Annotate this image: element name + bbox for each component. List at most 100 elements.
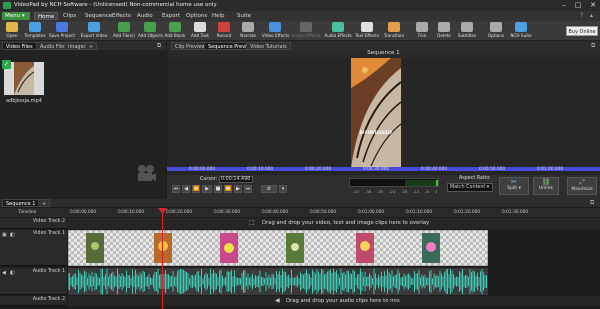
- trim-button[interactable]: Trim: [412, 22, 432, 40]
- play-button[interactable]: ▶: [202, 185, 212, 193]
- sequence-tabs: Sequence 1 + ⧉: [0, 199, 600, 207]
- add-file-s-icon: [118, 22, 130, 32]
- menu-suite[interactable]: Suite: [234, 12, 254, 20]
- video-track-2-header[interactable]: Video Track 2: [0, 218, 67, 229]
- clip-filename: adbjsssja.mp4: [6, 98, 42, 104]
- playback-controls: Cursor: 0:00:14.498 ⏮ ◀ ⏪ ▶ ■ ⏩ ▶ ⏭ ⚙ ▾ …: [167, 175, 600, 199]
- templates-button[interactable]: Templates: [24, 22, 46, 40]
- window-title: VideoPad by NCH Software - (Unlicensed) …: [14, 2, 217, 8]
- snapshot-icon[interactable]: ⚙: [261, 185, 277, 193]
- menu-clips[interactable]: Clips: [60, 12, 79, 20]
- export-video-button[interactable]: Export Video: [78, 22, 110, 40]
- playhead[interactable]: [162, 208, 163, 309]
- sequence-title: Sequence 1: [167, 50, 600, 58]
- previous-frame-icon[interactable]: ◀: [182, 185, 190, 193]
- maximize-icon: ⤢: [579, 178, 585, 186]
- audio-effects-button[interactable]: Audio Effects: [324, 22, 352, 40]
- unlink-label: Unlink: [538, 186, 554, 191]
- pin-panel-icon[interactable]: ⧉: [157, 42, 161, 50]
- menu-options[interactable]: Options: [183, 12, 210, 20]
- go-to-end-icon[interactable]: ⏭: [244, 185, 252, 193]
- track-lock-icon[interactable]: ◧: [10, 232, 15, 238]
- delete-button[interactable]: Delete: [434, 22, 454, 40]
- audio-clip[interactable]: [67, 268, 488, 295]
- menu-help[interactable]: Help: [209, 12, 228, 20]
- record-button[interactable]: Record: [214, 22, 234, 40]
- video-effects-icon: [269, 22, 281, 32]
- pin-timeline-icon[interactable]: ⧉: [590, 199, 594, 207]
- tab-video-files[interactable]: Video Files: [2, 42, 37, 50]
- subtitles-button[interactable]: Subtitles: [456, 22, 478, 40]
- menu-bar: Menu ▾ Home Clips Sequence Effects Audio…: [0, 11, 600, 21]
- preview-ruler-tick: 0:00:10.000: [247, 167, 274, 172]
- tab-add-sequence[interactable]: +: [38, 199, 51, 207]
- pin-preview-icon[interactable]: ⧉: [591, 42, 595, 50]
- unlink-button[interactable]: ⛓ Unlink: [533, 177, 559, 195]
- video-preview[interactable]: EFFORTLESSLY: [351, 58, 401, 168]
- add-objects-label: Add Objects: [138, 33, 164, 38]
- go-to-start-icon[interactable]: ⏮: [172, 185, 180, 193]
- menu-button[interactable]: Menu ▾: [2, 12, 30, 20]
- transition-button[interactable]: Transition: [382, 22, 406, 40]
- delete-label: Delete: [437, 33, 451, 38]
- timeline-ruler-label: Timeline: [18, 210, 37, 215]
- menu-audio[interactable]: Audio: [134, 12, 156, 20]
- ribbon-toggle-icon[interactable]: ▴: [590, 12, 593, 19]
- track-solo-icon[interactable]: ◧: [10, 270, 15, 276]
- add-text-button[interactable]: Add Text: [188, 22, 212, 40]
- track-visibility-icon[interactable]: ▣: [2, 232, 7, 238]
- buy-online-button[interactable]: Buy Online: [566, 26, 598, 36]
- maximize-window-button[interactable]: □: [571, 0, 585, 11]
- options-button[interactable]: Options: [486, 22, 506, 40]
- nch-suite-button[interactable]: NCH Suite: [508, 22, 534, 40]
- stop-icon[interactable]: ■: [214, 185, 222, 193]
- timeline-tick: 0:00:20.000: [166, 210, 193, 215]
- split-button[interactable]: ✂ Split ▾: [499, 177, 529, 195]
- aspect-ratio-select[interactable]: Match Content ▾: [447, 183, 493, 192]
- save-project-button[interactable]: Save Project: [48, 22, 76, 40]
- add-text-label: Add Text: [191, 33, 209, 38]
- video-overlay-text: EFFORTLESSLY: [359, 130, 393, 135]
- menu-home[interactable]: Home: [34, 12, 59, 20]
- help-icon[interactable]: ?: [580, 12, 583, 19]
- audio-track-1-header[interactable]: ◀ ◧ Audio Track 1: [0, 268, 67, 295]
- video-effects-button[interactable]: Video Effects: [262, 22, 290, 40]
- cursor-label: Cursor:: [200, 177, 218, 182]
- tab-add-bin[interactable]: +: [85, 42, 98, 50]
- menu-export[interactable]: Export: [159, 12, 183, 20]
- audio-track-2-name: Audio Track 2: [32, 297, 65, 302]
- open-button[interactable]: Open: [2, 22, 22, 40]
- transition-label: Transition: [383, 33, 405, 38]
- rewind-icon[interactable]: ⏪: [192, 185, 200, 193]
- add-blank-button[interactable]: Add Blank: [164, 22, 186, 40]
- video-track-1-header[interactable]: ▣ ◧ Video Track 1: [0, 230, 67, 266]
- text-effects-button[interactable]: Text Effects: [354, 22, 380, 40]
- export-video-icon: [88, 22, 100, 32]
- add-file-s-button[interactable]: Add File(s): [112, 22, 136, 40]
- narrate-button[interactable]: Narrate: [236, 22, 260, 40]
- audio-track-2-header[interactable]: Audio Track 2: [0, 296, 67, 306]
- tab-video-tutorials[interactable]: Video Tutorials: [246, 42, 291, 50]
- audio-effects-label: Audio Effects: [324, 33, 352, 38]
- image-effects-button[interactable]: Image Effects: [290, 22, 322, 40]
- videopad-window: VideoPad by NCH Software - (Unlicensed) …: [0, 0, 600, 309]
- add-file-s-label: Add File(s): [113, 33, 135, 38]
- subtitles-icon: [461, 22, 473, 32]
- fast-forward-icon[interactable]: ⏩: [224, 185, 232, 193]
- video-effects-label: Video Effects: [262, 33, 290, 38]
- minimize-button[interactable]: –: [557, 0, 571, 11]
- track-mute-icon[interactable]: ◀: [2, 270, 6, 276]
- menu-effects[interactable]: Effects: [109, 12, 134, 20]
- next-frame-icon[interactable]: ▶: [234, 185, 242, 193]
- add-objects-button[interactable]: Add Objects: [138, 22, 164, 40]
- cursor-time-field[interactable]: 0:00:14.498: [219, 176, 253, 183]
- nch-suite-icon: [515, 22, 527, 32]
- close-window-button[interactable]: ✕: [586, 0, 600, 11]
- video-clip[interactable]: [67, 229, 489, 267]
- playback-options-icon[interactable]: ▾: [279, 185, 287, 193]
- media-bin-tabs: Video Files Audio Files Images + ⧉: [0, 41, 166, 50]
- timeline-ruler[interactable]: Timeline 0:00:00.000 0:00:10.000 0:00:20…: [0, 208, 600, 217]
- tab-sequence-1[interactable]: Sequence 1: [2, 199, 40, 207]
- maximize-preview-button[interactable]: ⤢ Maximize: [567, 177, 597, 195]
- audio-level-meter: [349, 178, 439, 187]
